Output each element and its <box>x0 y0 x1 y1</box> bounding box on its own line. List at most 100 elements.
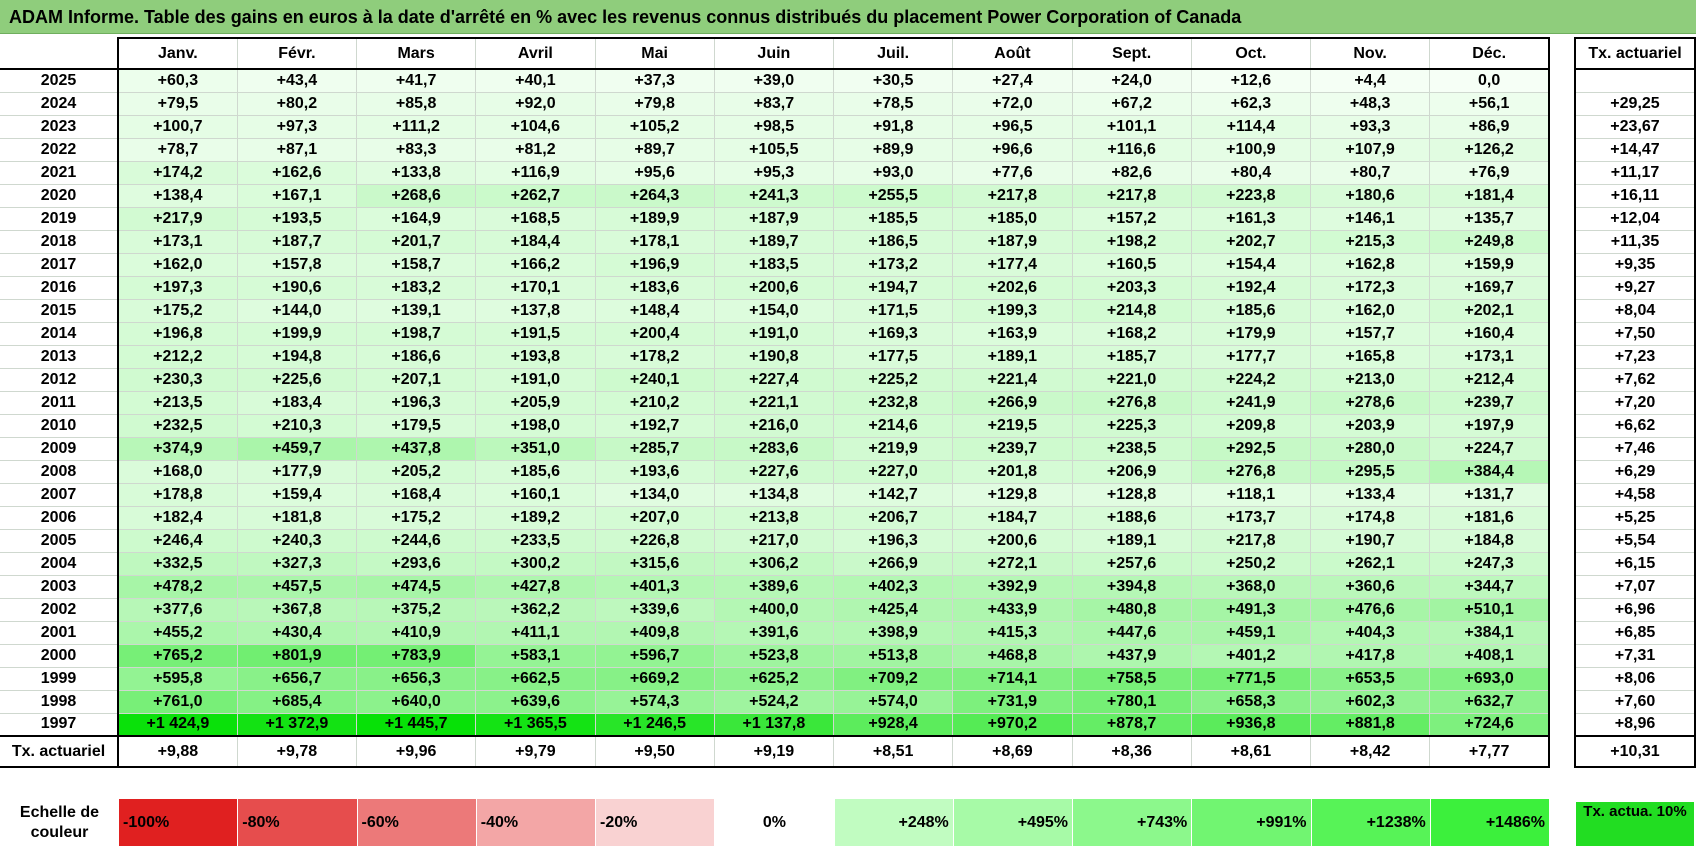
side-scale-label: Tx. actua. 10% <box>1576 802 1694 846</box>
gain-cell: +351,0 <box>475 436 596 461</box>
gain-cell: +77,6 <box>952 160 1073 185</box>
gain-cell: +157,7 <box>1309 321 1431 346</box>
gain-cell: +162,8 <box>1309 252 1431 277</box>
gain-cell: +928,4 <box>832 712 954 737</box>
actuarial-rate-cell: +9,35 <box>1574 252 1696 277</box>
gain-cell: +266,9 <box>952 390 1073 415</box>
gain-cell: +280,0 <box>1309 436 1431 461</box>
year-row: 2019 +217,9 +193,5 +164,9 +168,5 +189,9 +187,9… <box>0 206 1551 231</box>
gain-cell: +225,6 <box>236 367 358 392</box>
gain-cell: +409,8 <box>594 620 715 645</box>
gain-cell: +936,8 <box>1190 712 1312 737</box>
gain-cell: +163,9 <box>952 321 1073 346</box>
year-label: 2024 <box>0 91 119 116</box>
gain-cell: +178,8 <box>117 482 238 507</box>
gain-cell: +93,3 <box>1309 114 1431 139</box>
gain-cell: +278,6 <box>1309 390 1431 415</box>
gain-cell: +375,2 <box>355 597 477 622</box>
year-row: 2002 +377,6 +367,8 +375,2 +362,2 +339,6 +400,0… <box>0 597 1551 622</box>
year-row: 1999 +595,8 +656,7 +656,3 +662,5 +669,2 +625,2… <box>0 666 1551 691</box>
year-row: 2014 +196,8 +199,9 +198,7 +191,5 +200,4 +191,0… <box>0 321 1551 346</box>
gain-cell: +133,8 <box>355 160 477 185</box>
gain-cell: +79,5 <box>117 91 238 116</box>
gain-cell: +179,5 <box>355 413 477 438</box>
color-scale-swatch: +495% <box>952 798 1074 847</box>
gain-cell: +184,8 <box>1429 528 1551 553</box>
gain-cell: +266,9 <box>832 551 954 576</box>
gain-cell: +93,0 <box>832 160 954 185</box>
gain-cell: +210,2 <box>594 390 715 415</box>
year-label: 2014 <box>0 321 119 346</box>
gain-cell: +196,3 <box>355 390 477 415</box>
gain-cell: +801,9 <box>236 643 358 668</box>
gain-cell: +392,9 <box>952 574 1073 599</box>
actuarial-rate-cell: +12,04 <box>1574 206 1696 231</box>
gain-cell: +114,4 <box>1190 114 1312 139</box>
gain-cell: +771,5 <box>1190 666 1312 691</box>
color-scale-swatch: -100% <box>117 798 239 847</box>
gain-cell: +148,4 <box>594 298 715 323</box>
color-scale-swatch: 0% <box>714 798 835 847</box>
gain-cell: +170,1 <box>475 275 596 300</box>
gain-cell: +183,2 <box>355 275 477 300</box>
gain-cell: +181,4 <box>1429 183 1551 208</box>
side-footer-rate: +10,31 <box>1574 735 1696 768</box>
gain-cell: +174,8 <box>1309 505 1431 530</box>
gain-cell: +653,5 <box>1309 666 1431 691</box>
year-label: 2003 <box>0 574 119 599</box>
gain-cell: +639,6 <box>475 689 596 714</box>
month-header: Sept. <box>1071 37 1192 70</box>
actuarial-rate-cell: +6,15 <box>1574 551 1696 576</box>
gain-cell: +232,8 <box>832 390 954 415</box>
gain-cell: +656,7 <box>236 666 358 691</box>
gain-cell: +175,2 <box>355 505 477 530</box>
gain-cell: +724,6 <box>1429 712 1551 737</box>
gain-cell: +76,9 <box>1429 160 1551 185</box>
gain-cell: +214,8 <box>1071 298 1192 323</box>
gain-cell: +168,2 <box>1071 321 1192 346</box>
gain-cell: +240,3 <box>236 528 358 553</box>
gain-cell: +209,8 <box>1190 413 1312 438</box>
gain-cell: +126,2 <box>1429 137 1551 162</box>
gain-cell: +213,5 <box>117 390 238 415</box>
gain-cell: +177,5 <box>832 344 954 369</box>
gain-cell: +224,2 <box>1190 367 1312 392</box>
gain-cell: +191,5 <box>475 321 596 346</box>
gain-cell: +80,7 <box>1309 160 1431 185</box>
gain-cell: +173,7 <box>1190 505 1312 530</box>
year-row: 2018 +173,1 +187,7 +201,7 +184,4 +178,1 +189,7… <box>0 229 1551 254</box>
year-row: 2025 +60,3 +43,4 +41,7 +40,1 +37,3 +39,0 +30,5 +… <box>0 68 1551 93</box>
actuarial-rate-cell: +11,35 <box>1574 229 1696 254</box>
footer-rate-cell: +9,50 <box>594 735 715 768</box>
gain-cell: +160,1 <box>475 482 596 507</box>
year-label: 2005 <box>0 528 119 553</box>
gain-cell: +78,7 <box>117 137 238 162</box>
gain-cell: +447,6 <box>1071 620 1192 645</box>
actuarial-rate-cell: +7,60 <box>1574 689 1696 714</box>
gain-cell: +210,3 <box>236 413 358 438</box>
actuarial-rate-cell: +6,85 <box>1574 620 1696 645</box>
year-label: 2020 <box>0 183 119 208</box>
year-row: 2020 +138,4 +167,1 +268,6 +262,7 +264,3 +241,3… <box>0 183 1551 208</box>
gain-cell: +295,5 <box>1309 459 1431 484</box>
gain-cell: +190,6 <box>236 275 358 300</box>
gain-cell: +133,4 <box>1309 482 1431 507</box>
actuarial-rate-cell: +7,31 <box>1574 643 1696 668</box>
gain-cell: +159,4 <box>236 482 358 507</box>
gain-cell: +189,7 <box>713 229 835 254</box>
gain-cell: +177,7 <box>1190 344 1312 369</box>
gain-cell: +510,1 <box>1429 597 1551 622</box>
gain-cell: +78,5 <box>832 91 954 116</box>
footer-rate-cell: +9,78 <box>236 735 358 768</box>
year-row: 2009 +374,9 +459,7 +437,8 +351,0 +285,7 +283,6… <box>0 436 1551 461</box>
footer-rate-cell: +9,96 <box>355 735 477 768</box>
year-row: 2004 +332,5 +327,3 +293,6 +300,2 +315,6 +306,2… <box>0 551 1551 576</box>
footer-rate-cell: +9,79 <box>475 735 596 768</box>
gain-cell: +168,0 <box>117 459 238 484</box>
gain-cell: +189,9 <box>594 206 715 231</box>
actuarial-rate-cell <box>1574 68 1696 93</box>
gain-cell: +881,8 <box>1309 712 1431 737</box>
gain-cell: +116,6 <box>1071 137 1192 162</box>
color-scale-swatch: +743% <box>1071 798 1193 847</box>
gain-cell: +192,4 <box>1190 275 1312 300</box>
